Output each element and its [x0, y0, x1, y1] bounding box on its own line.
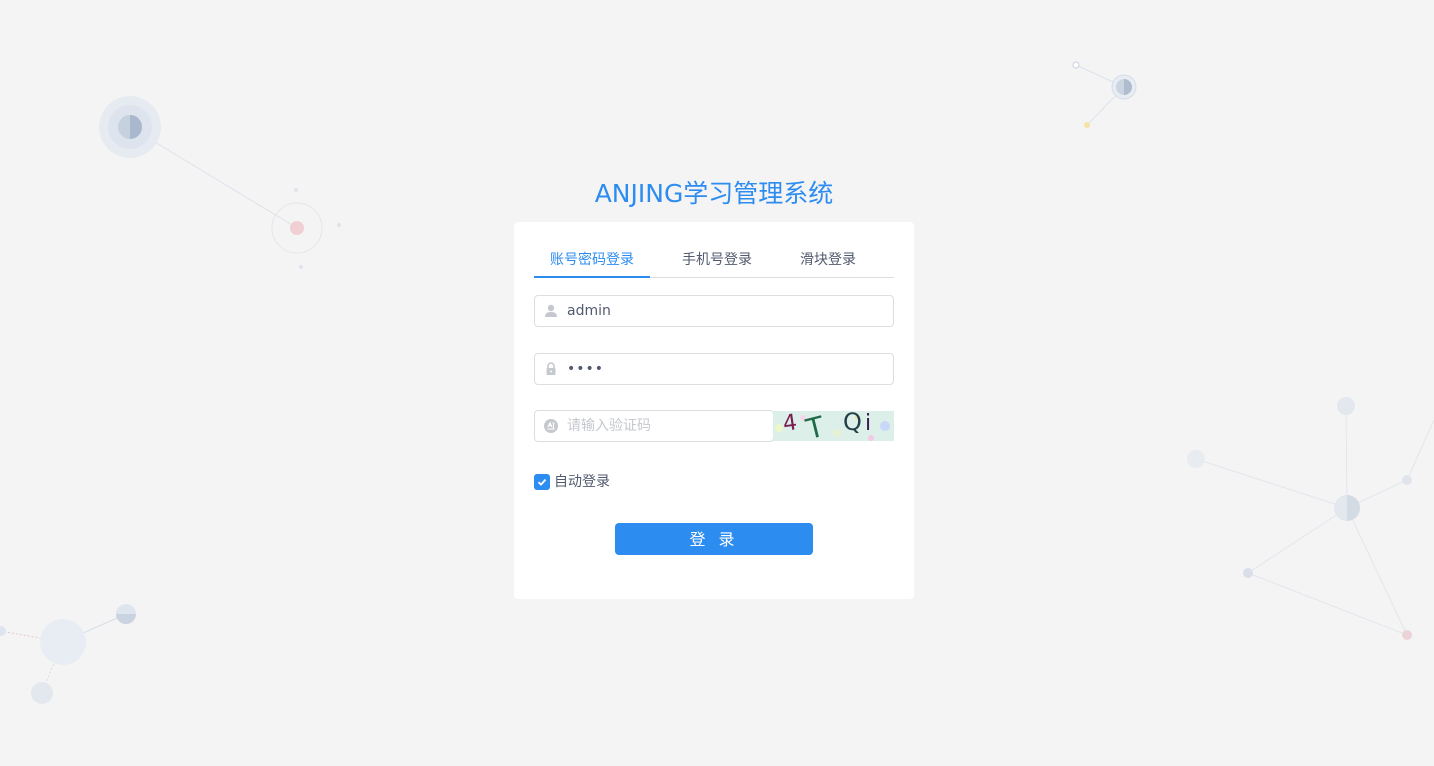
auto-login-label: 自动登录	[554, 474, 610, 490]
login-button[interactable]: 登 录	[615, 523, 813, 555]
username-field[interactable]	[534, 295, 894, 327]
login-card: 账号密码登录 手机号登录 滑块登录 admin •••• 请输入验证码 4 T …	[514, 222, 914, 599]
check-icon	[537, 478, 547, 486]
system-title: ANJING学习管理系统	[594, 179, 834, 208]
auto-login-checkbox[interactable]	[534, 474, 550, 490]
captcha-input[interactable]	[567, 411, 767, 441]
password-input[interactable]	[567, 354, 887, 384]
password-field[interactable]	[534, 353, 894, 385]
svg-text:i: i	[865, 411, 871, 436]
tab-phone[interactable]: 手机号登录	[660, 242, 774, 277]
captcha-image[interactable]: 4 T Q i	[773, 411, 894, 441]
auto-login[interactable]: 自动登录	[534, 473, 610, 491]
login-tabs: 账号密码登录 手机号登录 滑块登录	[534, 242, 894, 278]
tab-account-password[interactable]: 账号密码登录	[534, 242, 650, 277]
captcha-field[interactable]	[534, 410, 774, 442]
captcha-icon	[544, 419, 558, 433]
active-tab-indicator	[534, 276, 650, 278]
lock-icon	[546, 362, 556, 375]
login-page: ANJING学习管理系统 账号密码登录 手机号登录 滑块登录 admin •••…	[0, 0, 1434, 766]
tab-slider[interactable]: 滑块登录	[784, 242, 872, 277]
svg-text:Q: Q	[843, 411, 862, 436]
captcha-graphic: 4 T Q i	[773, 411, 894, 441]
username-input[interactable]	[567, 296, 887, 326]
user-icon	[545, 304, 557, 317]
